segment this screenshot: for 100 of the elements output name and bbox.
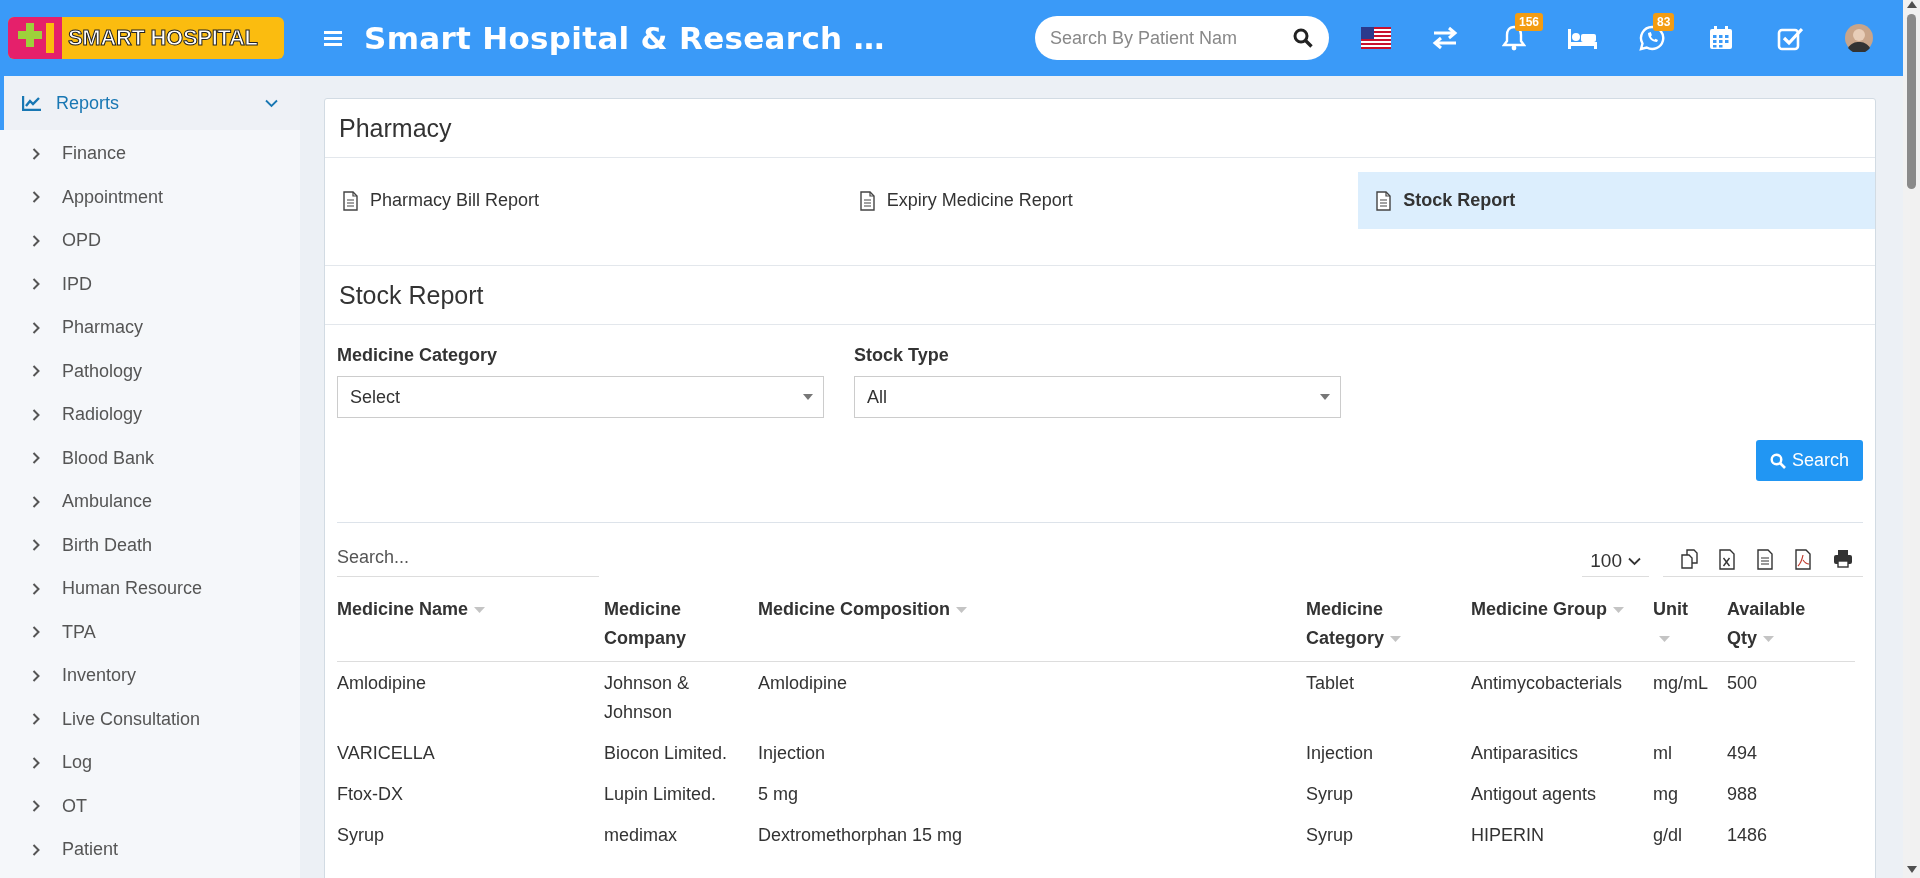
sidebar-item[interactable]: Patient	[0, 828, 300, 872]
sort-icon	[1390, 636, 1402, 643]
chevron-icon	[32, 234, 40, 247]
table-cell-text: Injection	[758, 742, 827, 765]
document-icon	[1376, 190, 1392, 211]
avatar-icon[interactable]	[1844, 24, 1873, 52]
item-label: IPD	[62, 273, 92, 295]
sidebar-item[interactable]: OT	[0, 784, 300, 828]
bed-icon[interactable]	[1567, 26, 1598, 50]
table-cell: Dextromethorphan 15 mg	[758, 814, 1306, 855]
sidebar-item[interactable]: Ambulance	[0, 480, 300, 524]
item-label: TPA	[62, 621, 96, 643]
sidebar-item[interactable]: Pathology	[0, 349, 300, 393]
report-link[interactable]: Stock Report	[1358, 172, 1875, 229]
sidebar-item[interactable]: TPA	[0, 610, 300, 654]
calendar-icon[interactable]	[1707, 25, 1734, 51]
table-cell: mg/mL	[1653, 661, 1727, 732]
sidebar-item[interactable]: Inventory	[0, 654, 300, 698]
printer-icon[interactable]	[1833, 549, 1853, 570]
field-label: Medicine Category	[337, 345, 499, 366]
search-icon[interactable]	[1293, 28, 1313, 48]
copy-icon[interactable]	[1681, 549, 1701, 570]
chevron-icon	[32, 582, 40, 595]
chevron-icon	[1628, 556, 1641, 566]
flag-icon[interactable]	[1360, 27, 1391, 49]
column-header[interactable]: Medicine Name	[337, 587, 604, 662]
item-label: Live Consultation	[62, 708, 201, 730]
app-title: Smart Hospital & Research …	[364, 20, 885, 56]
document-icon	[859, 190, 875, 211]
sort-icon	[474, 607, 486, 614]
table-cell-text: 494	[1727, 742, 1759, 765]
table-cell: HIPERIN	[1471, 814, 1653, 855]
item-label: Inventory	[62, 665, 137, 687]
bell-icon[interactable]	[1501, 25, 1526, 51]
column-header[interactable]: Unit	[1653, 587, 1727, 662]
sidebar-item[interactable]: OPD	[0, 219, 300, 263]
page-size-select[interactable]: 100	[1582, 549, 1649, 577]
table-cell: Syrup	[1306, 773, 1471, 814]
table-cell: Lupin Limited.	[604, 773, 758, 814]
sidebar-item[interactable]: Finance	[0, 132, 300, 176]
column-header[interactable]: Medicine Company	[604, 587, 758, 662]
chevron-icon	[32, 539, 40, 552]
table-cell-text: Ftox-DX	[337, 783, 404, 806]
sidebar-item[interactable]: Live Consultation	[0, 697, 300, 741]
caret-icon	[1320, 394, 1330, 400]
table-cell: mg	[1653, 773, 1727, 814]
scroll-down-icon[interactable]	[1906, 866, 1917, 874]
table-cell: Antimycobacterials	[1471, 661, 1653, 732]
sort-icon	[956, 607, 967, 614]
table-cell-text: Syrup	[1306, 824, 1355, 847]
chevron-icon	[32, 800, 40, 813]
logo-text: SMART HOSPITAL	[68, 25, 258, 51]
sidebar-item[interactable]: Human Resource	[0, 567, 300, 611]
line-chart-icon	[22, 95, 42, 111]
table-cell-text: Biocon Limited.	[604, 742, 729, 765]
table-cell-text: Syrup	[337, 824, 386, 847]
item-label: OPD	[62, 230, 101, 252]
select-field[interactable]: Select	[337, 376, 824, 418]
chevron-icon	[32, 278, 40, 291]
table-cell: Amlodipine	[337, 661, 604, 732]
table-cell: 5 mg	[758, 773, 1306, 814]
notification-count: 83	[1653, 13, 1675, 31]
sidebar-item[interactable]: Pharmacy	[0, 306, 300, 350]
sidebar-item[interactable]: Log	[0, 741, 300, 785]
chevron-icon	[32, 147, 40, 160]
chevron-icon	[32, 713, 40, 726]
transfer-arrows-icon[interactable]	[1431, 25, 1458, 51]
sidebar-item[interactable]: IPD	[0, 262, 300, 306]
section-title: Stock Report	[325, 266, 1875, 325]
field-label: Stock Type	[854, 345, 950, 366]
column-header[interactable]: Available Qty	[1727, 587, 1855, 662]
item-label: Patient	[62, 839, 119, 861]
chevron-icon	[32, 321, 40, 334]
column-header[interactable]: Medicine Category	[1306, 587, 1471, 662]
item-label: Human Resource	[62, 578, 203, 600]
chevron-icon	[32, 843, 40, 856]
chevron-icon	[32, 756, 40, 769]
sidebar-item[interactable]: Blood Bank	[0, 436, 300, 480]
table-cell-text: Antigout agents	[1471, 783, 1598, 806]
chat-bubble-icon[interactable]	[1638, 25, 1665, 51]
sidebar-item[interactable]: Radiology	[0, 393, 300, 437]
scrollbar-thumb[interactable]	[1907, 14, 1916, 189]
report-link[interactable]: Pharmacy Bill Report	[325, 172, 842, 229]
column-header[interactable]: Medicine Composition	[758, 587, 1306, 662]
sidebar-item[interactable]: Appointment	[0, 175, 300, 219]
sidebar-item[interactable]: Birth Death	[0, 523, 300, 567]
sort-icon	[1763, 636, 1774, 643]
scroll-up-icon[interactable]	[1906, 0, 1917, 8]
menu-icon[interactable]	[324, 30, 342, 46]
report-link[interactable]: Expiry Medicine Report	[841, 172, 1359, 229]
item-label: Pathology	[62, 360, 143, 382]
table-cell: Amlodipine	[758, 661, 1306, 732]
table-cell-text: medimax	[604, 824, 679, 847]
select-field[interactable]: All	[854, 376, 1341, 418]
item-label: Ambulance	[62, 491, 153, 513]
search-field[interactable]: Search By Patient Nam	[1035, 16, 1329, 60]
item-label: Blood Bank	[62, 447, 155, 469]
checkbox-tick-icon[interactable]	[1776, 25, 1803, 51]
chevron-icon	[32, 626, 40, 639]
column-header[interactable]: Medicine Group	[1471, 587, 1653, 662]
